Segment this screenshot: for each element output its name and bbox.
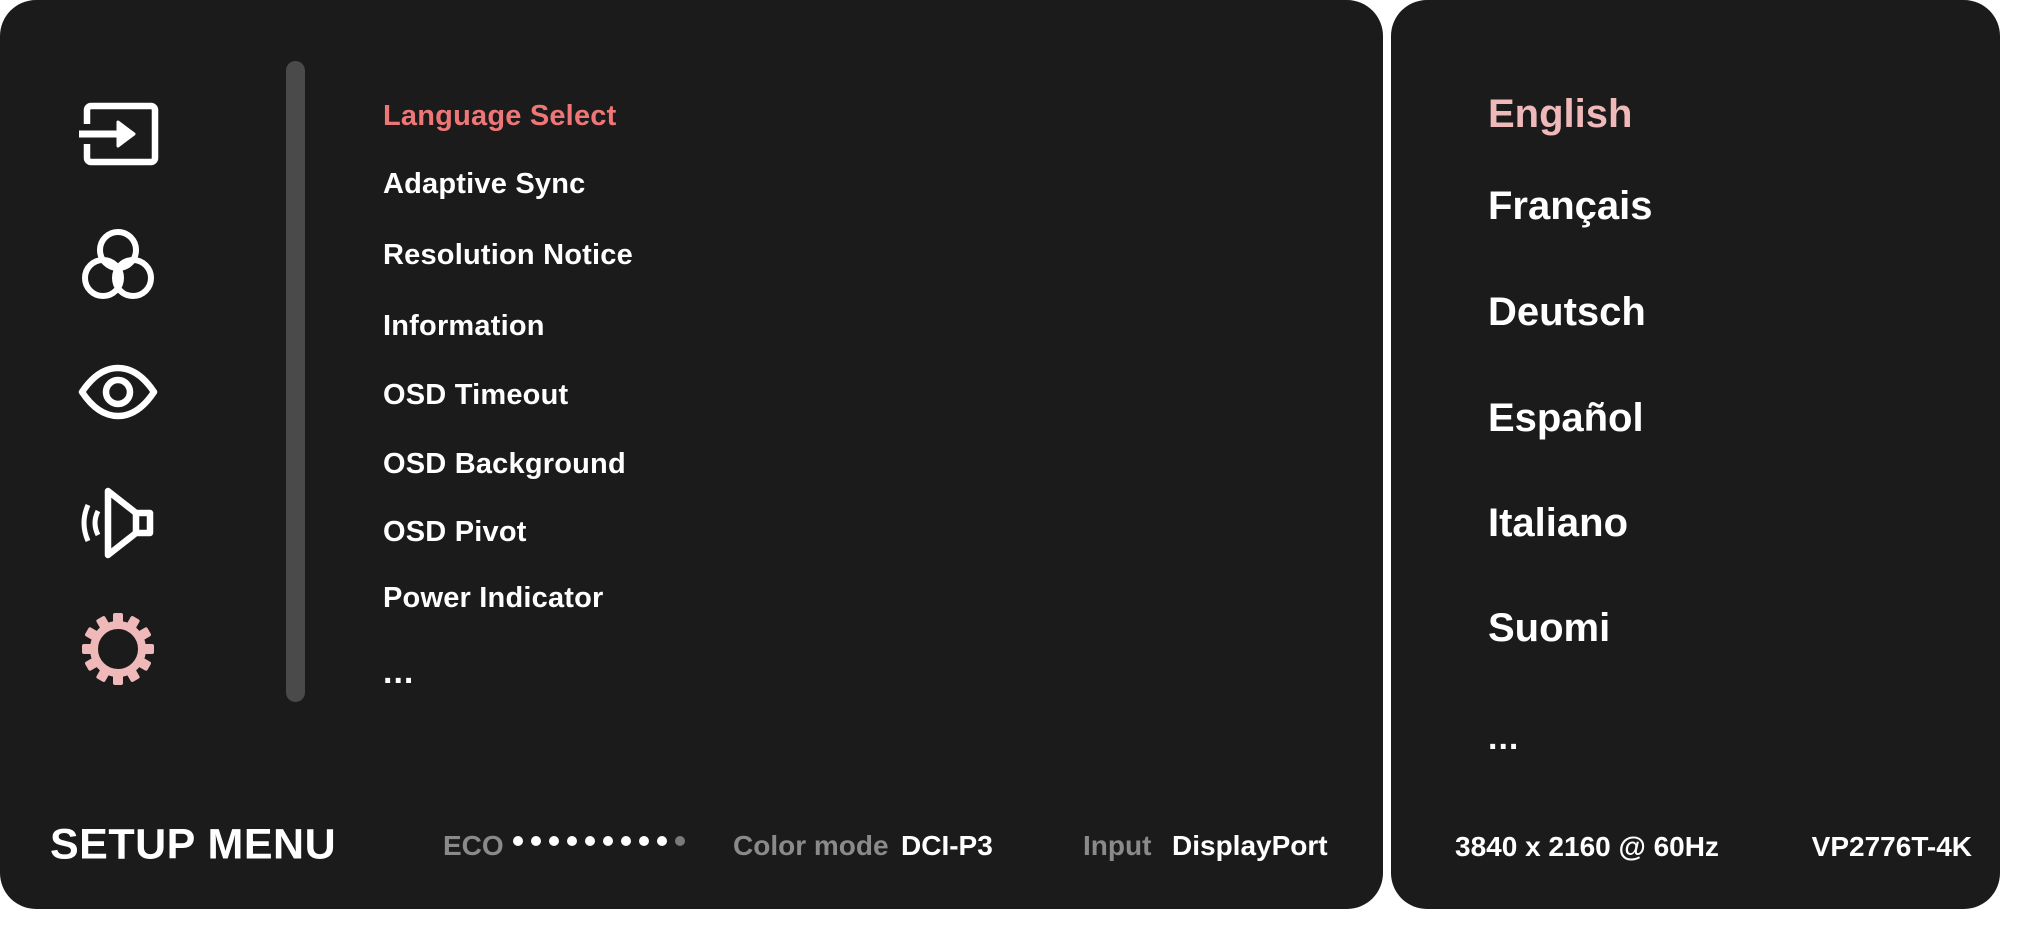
setup-gear-icon <box>82 613 154 685</box>
language-option-italiano[interactable]: Italiano <box>1488 499 1628 547</box>
input-value: DisplayPort <box>1172 830 1328 861</box>
language-option-francais[interactable]: Français <box>1488 182 1653 230</box>
menu-item-language-select[interactable]: Language Select <box>383 98 616 134</box>
menu-item-osd-background[interactable]: OSD Background <box>383 446 626 482</box>
eco-level-dot <box>621 836 631 846</box>
eco-level-dot <box>675 836 685 846</box>
eco-level-dot <box>567 836 577 846</box>
menu-item-osd-timeout[interactable]: OSD Timeout <box>383 377 568 413</box>
nav-view-mode[interactable] <box>78 352 158 432</box>
language-option-deutsch[interactable]: Deutsch <box>1488 288 1646 336</box>
input-source-icon <box>79 102 159 166</box>
nav-audio-adjust[interactable] <box>78 483 158 563</box>
eco-level-dot <box>639 836 649 846</box>
nav-setup-menu[interactable] <box>78 609 158 689</box>
nav-color-adjust[interactable] <box>78 226 158 306</box>
color-adjust-icon <box>82 229 154 299</box>
nav-input-select[interactable] <box>78 96 159 176</box>
language-option-english[interactable]: English <box>1488 90 1632 138</box>
menu-item-osd-pivot[interactable]: OSD Pivot <box>383 514 527 550</box>
menu-item-information[interactable]: Information <box>383 308 545 344</box>
eco-level-indicator <box>513 836 685 846</box>
monitor-model: VP2776T-4K <box>1811 831 1972 862</box>
eco-level-dot <box>513 836 523 846</box>
eco-label: ECO <box>443 830 504 861</box>
eco-level-dot <box>531 836 541 846</box>
signal-resolution: 3840 x 2160 @ 60Hz <box>1455 831 1719 862</box>
eco-level-dot <box>603 836 613 846</box>
osd-screen: Language Select Adaptive Sync Resolution… <box>0 0 2042 930</box>
language-options-panel <box>1391 0 2000 909</box>
eco-level-dot <box>585 836 595 846</box>
menu-item-power-indicator[interactable]: Power Indicator <box>383 580 604 616</box>
eco-level-dot <box>549 836 559 846</box>
menu-item-resolution-notice[interactable]: Resolution Notice <box>383 237 633 273</box>
menu-scrollbar[interactable] <box>286 61 305 702</box>
menu-item-adaptive-sync[interactable]: Adaptive Sync <box>383 166 585 202</box>
menu-item-more[interactable]: ... <box>383 654 414 690</box>
language-option-more[interactable]: ... <box>1488 714 1519 762</box>
language-option-suomi[interactable]: Suomi <box>1488 604 1610 652</box>
color-mode-label: Color mode <box>733 830 889 861</box>
audio-icon <box>81 487 154 559</box>
input-label: Input <box>1083 830 1152 861</box>
language-option-espanol[interactable]: Español <box>1488 394 1644 442</box>
setup-menu-panel: Language Select Adaptive Sync Resolution… <box>0 0 1383 909</box>
color-mode-value: DCI-P3 <box>901 830 993 861</box>
eco-level-dot <box>657 836 667 846</box>
menu-title: SETUP MENU <box>50 820 337 869</box>
view-mode-icon <box>78 364 158 420</box>
